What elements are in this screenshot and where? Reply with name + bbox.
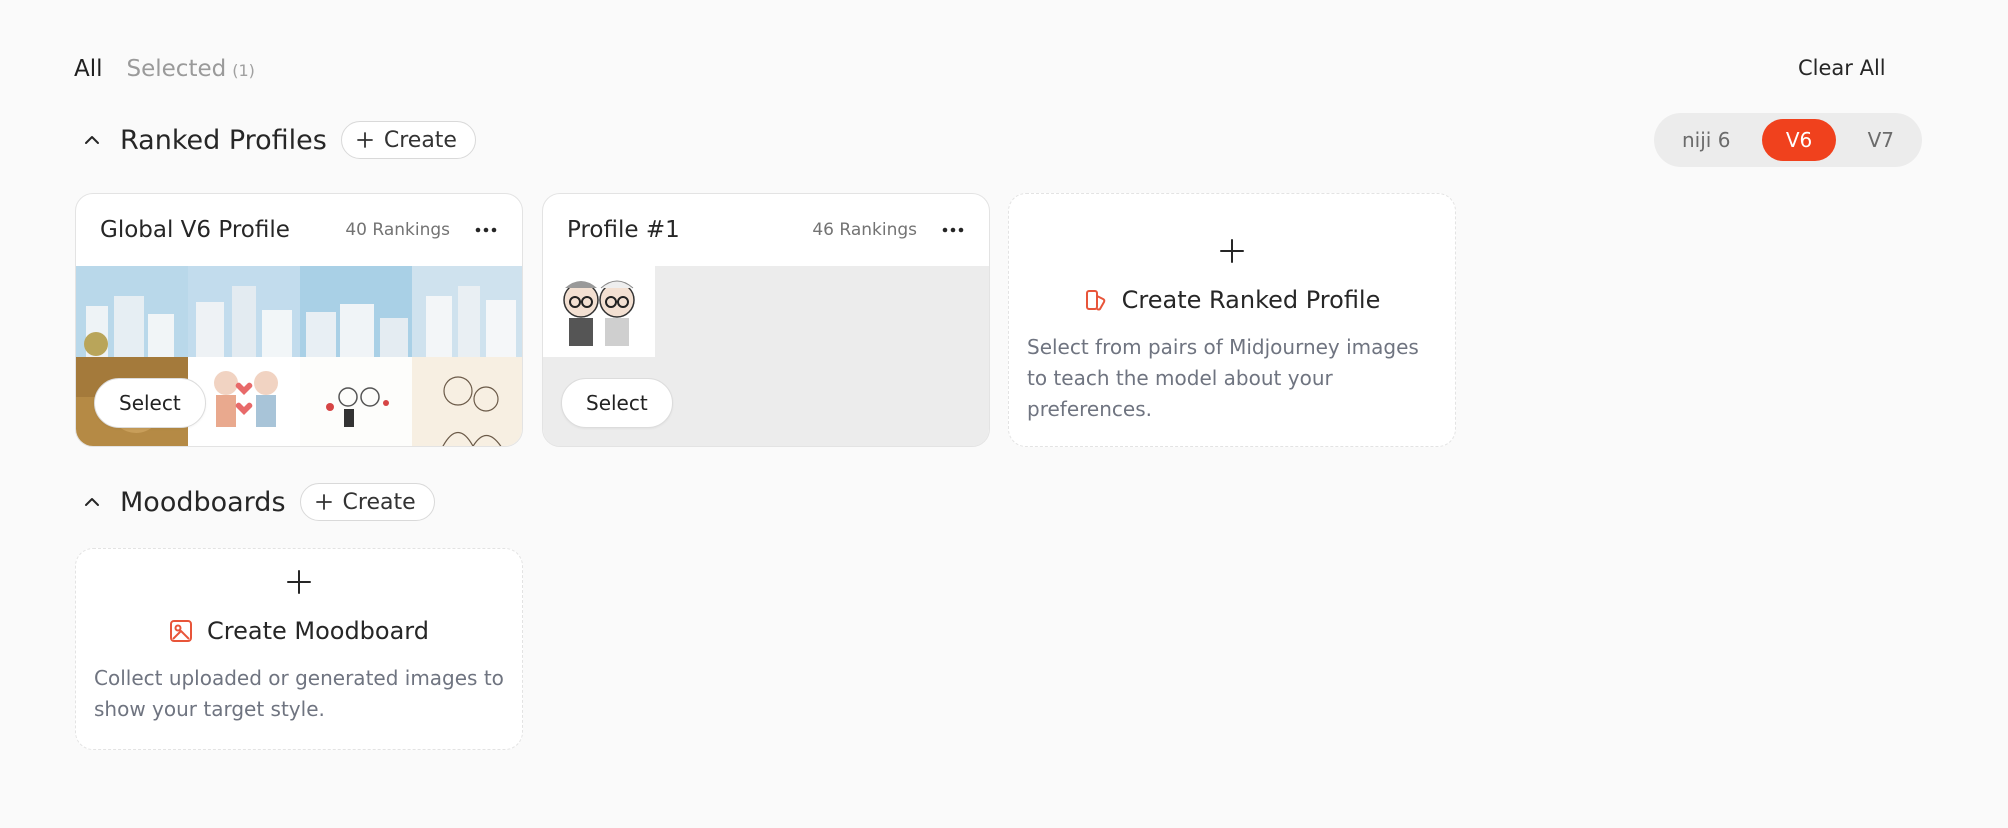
create-moodboard-card[interactable]: Create Moodboard Collect uploaded or gen… bbox=[75, 548, 523, 750]
collapse-moodboards-button[interactable] bbox=[74, 484, 110, 520]
select-profile-button[interactable]: Select bbox=[561, 378, 673, 428]
tab-selected-label: Selected bbox=[126, 56, 227, 82]
card-title: Global V6 Profile bbox=[100, 217, 290, 243]
card-title: Profile #1 bbox=[567, 217, 680, 243]
version-switcher: niji 6 V6 V7 bbox=[1654, 113, 1922, 167]
card-menu-button[interactable] bbox=[939, 216, 967, 244]
mosaic-image bbox=[412, 266, 522, 357]
card-menu-button[interactable] bbox=[472, 216, 500, 244]
create-moodboard-title-row: Create Moodboard bbox=[169, 617, 429, 645]
mosaic-image bbox=[188, 266, 300, 357]
create-ranked-profile-description: Select from pairs of Midjourney images t… bbox=[1027, 335, 1419, 421]
ranked-profiles-header: Ranked Profiles Create bbox=[74, 121, 476, 159]
filter-tabs: All Selected (1) bbox=[74, 56, 255, 82]
create-ranked-profile-title-row: Create Ranked Profile bbox=[1084, 286, 1381, 314]
selected-count-badge: (1) bbox=[232, 61, 255, 80]
clear-all-button[interactable]: Clear All bbox=[1798, 56, 1886, 80]
ranked-profiles-title: Ranked Profiles bbox=[120, 124, 327, 156]
mosaic-image bbox=[76, 266, 188, 357]
mosaic-image bbox=[412, 357, 522, 446]
plus-icon bbox=[287, 570, 311, 594]
card-header: Global V6 Profile 40 Rankings bbox=[76, 194, 522, 266]
version-v6[interactable]: V6 bbox=[1761, 119, 1837, 161]
create-label: Create bbox=[383, 127, 457, 153]
moodboards-title: Moodboards bbox=[120, 486, 286, 518]
version-v7[interactable]: V7 bbox=[1846, 119, 1916, 161]
ranked-profile-icon bbox=[1085, 290, 1105, 311]
more-horizontal-icon bbox=[942, 227, 964, 233]
card-header: Profile #1 46 Rankings bbox=[543, 194, 989, 266]
collapse-ranked-profiles-button[interactable] bbox=[74, 122, 110, 158]
create-moodboard-description: Collect uploaded or generated images to … bbox=[94, 666, 504, 721]
create-ranked-profile-button[interactable]: Create bbox=[340, 121, 476, 159]
create-moodboard-title: Create Moodboard bbox=[207, 617, 429, 645]
mosaic-image bbox=[300, 266, 412, 357]
moodboard-image-icon bbox=[170, 620, 192, 642]
chevron-up-icon bbox=[85, 136, 99, 144]
plus-icon bbox=[1220, 239, 1244, 263]
more-horizontal-icon bbox=[475, 227, 497, 233]
chevron-up-icon bbox=[85, 498, 99, 506]
rankings-count: 46 Rankings bbox=[812, 220, 917, 240]
plus-icon bbox=[315, 494, 332, 510]
tab-all[interactable]: All bbox=[74, 56, 103, 82]
select-profile-button[interactable]: Select bbox=[94, 378, 206, 428]
create-ranked-profile-title: Create Ranked Profile bbox=[1121, 286, 1381, 314]
tab-selected[interactable]: Selected (1) bbox=[127, 56, 255, 82]
profile-thumbnail bbox=[543, 266, 655, 357]
create-moodboard-button[interactable]: Create bbox=[299, 483, 435, 521]
create-ranked-profile-card[interactable]: Create Ranked Profile Select from pairs … bbox=[1008, 193, 1456, 447]
rankings-count: 40 Rankings bbox=[345, 220, 450, 240]
mosaic-image bbox=[300, 357, 412, 446]
profile-card-global-v6[interactable]: Global V6 Profile 40 Rankings Select bbox=[75, 193, 523, 447]
moodboards-header: Moodboards Create bbox=[74, 483, 435, 521]
create-label: Create bbox=[342, 489, 416, 515]
profile-card-profile-1[interactable]: Profile #1 46 Rankings Select bbox=[542, 193, 990, 447]
plus-icon bbox=[356, 132, 373, 148]
version-niji-6[interactable]: niji 6 bbox=[1660, 119, 1752, 161]
